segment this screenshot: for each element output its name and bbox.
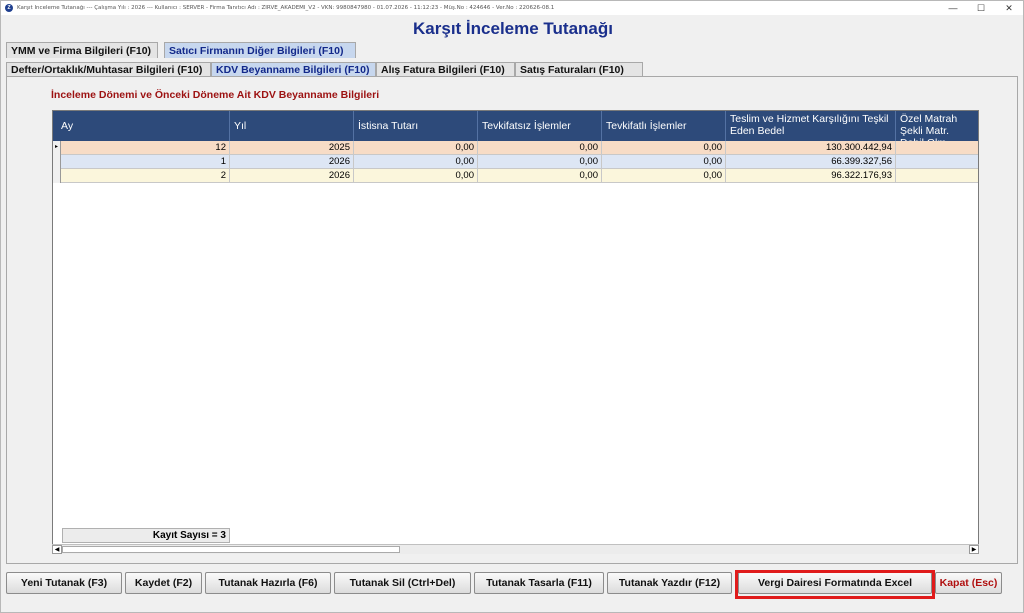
cell-istisna[interactable]: 0,00: [354, 155, 478, 169]
scroll-thumb[interactable]: [62, 546, 400, 553]
tab-row-main: YMM ve Firma Bilgileri (F10) Satıcı Firm…: [6, 42, 356, 58]
row-indicator-icon: ▸: [53, 141, 61, 155]
cell-tevkifatli[interactable]: 0,00: [602, 169, 726, 183]
kdv-grid[interactable]: Ay Yıl İstisna Tutarı Tevkifatsız İşleml…: [52, 110, 979, 554]
close-icon[interactable]: ✕: [995, 1, 1023, 15]
maximize-icon[interactable]: ☐: [967, 1, 995, 15]
row-indicator: [53, 155, 61, 169]
row-indicator: [53, 169, 61, 183]
cell-yil[interactable]: 2026: [230, 155, 354, 169]
cell-tevkifatsiz[interactable]: 0,00: [478, 141, 602, 155]
window-controls: — ☐ ✕: [939, 1, 1023, 15]
column-header-tevkifatsiz[interactable]: Tevkifatsız İşlemler: [478, 111, 602, 141]
table-row[interactable]: 1 2026 0,00 0,00 0,00 66.399.327,56: [53, 155, 978, 169]
main-window: Z Karşıt İnceleme Tutanağı --- Çalışma Y…: [0, 0, 1024, 613]
cell-bedel[interactable]: 66.399.327,56: [726, 155, 896, 169]
design-report-button[interactable]: Tutanak Tasarla (F11): [474, 572, 604, 594]
column-header-istisna[interactable]: İstisna Tutarı: [354, 111, 478, 141]
tab-defter-ortaklik[interactable]: Defter/Ortaklık/Muhtasar Bilgileri (F10): [6, 62, 211, 77]
horizontal-scrollbar[interactable]: ◀ ▶: [52, 544, 979, 554]
grid-header: Ay Yıl İstisna Tutarı Tevkifatsız İşleml…: [53, 111, 978, 141]
scroll-right-icon[interactable]: ▶: [969, 545, 979, 554]
delete-report-button[interactable]: Tutanak Sil (Ctrl+Del): [334, 572, 471, 594]
scroll-left-icon[interactable]: ◀: [52, 545, 62, 554]
cell-yil[interactable]: 2025: [230, 141, 354, 155]
column-header-tevkifatli[interactable]: Tevkifatlı İşlemler: [602, 111, 726, 141]
cell-tevkifatsiz[interactable]: 0,00: [478, 169, 602, 183]
column-header-ozel-matrah[interactable]: Özel Matrah Şekli Matr. Dahil Olm.: [896, 111, 978, 141]
app-icon: Z: [5, 4, 13, 12]
title-bar: Z Karşıt İnceleme Tutanağı --- Çalışma Y…: [1, 1, 1023, 15]
record-count: Kayıt Sayısı = 3: [62, 528, 230, 543]
cell-yil[interactable]: 2026: [230, 169, 354, 183]
cell-ay[interactable]: 2: [61, 169, 230, 183]
cell-istisna[interactable]: 0,00: [354, 141, 478, 155]
cell-istisna[interactable]: 0,00: [354, 169, 478, 183]
save-button[interactable]: Kaydet (F2): [125, 572, 202, 594]
prepare-report-button[interactable]: Tutanak Hazırla (F6): [205, 572, 331, 594]
cell-tevkifatli[interactable]: 0,00: [602, 141, 726, 155]
cell-ay[interactable]: 12: [61, 141, 230, 155]
tab-satici-firma[interactable]: Satıcı Firmanın Diğer Bilgileri (F10): [164, 42, 356, 58]
table-row[interactable]: 2 2026 0,00 0,00 0,00 96.322.176,93: [53, 169, 978, 183]
column-header-bedel[interactable]: Teslim ve Hizmet Karşılığını Teşkil Eden…: [726, 111, 896, 141]
page-title: Karşıt İnceleme Tutanağı: [413, 19, 613, 38]
table-row[interactable]: ▸ 12 2025 0,00 0,00 0,00 130.300.442,94: [53, 141, 978, 155]
column-header-yil[interactable]: Yıl: [230, 111, 354, 141]
cell-ay[interactable]: 1: [61, 155, 230, 169]
cell-ozel-matrah[interactable]: [896, 169, 978, 183]
minimize-icon[interactable]: —: [939, 1, 967, 15]
tab-ymm-firma[interactable]: YMM ve Firma Bilgileri (F10): [6, 42, 158, 58]
title-bar-info: Karşıt İnceleme Tutanağı --- Çalışma Yıl…: [17, 5, 555, 11]
tab-row-sub: Defter/Ortaklık/Muhtasar Bilgileri (F10)…: [6, 62, 643, 77]
close-button[interactable]: Kapat (Esc): [935, 572, 1002, 594]
cell-bedel[interactable]: 130.300.442,94: [726, 141, 896, 155]
cell-ozel-matrah[interactable]: [896, 155, 978, 169]
cell-ozel-matrah[interactable]: [896, 141, 978, 155]
tab-satis-faturalari[interactable]: Satış Faturaları (F10): [515, 62, 643, 77]
new-report-button[interactable]: Yeni Tutanak (F3): [6, 572, 122, 594]
print-report-button[interactable]: Tutanak Yazdır (F12): [607, 572, 732, 594]
section-title: İnceleme Dönemi ve Önceki Döneme Ait KDV…: [51, 89, 380, 101]
tab-kdv-beyanname[interactable]: KDV Beyanname Bilgileri (F10): [211, 62, 376, 77]
highlight-box: [735, 570, 935, 599]
column-header-ay[interactable]: Ay: [53, 111, 230, 141]
cell-bedel[interactable]: 96.322.176,93: [726, 169, 896, 183]
tab-alis-fatura[interactable]: Alış Fatura Bilgileri (F10): [376, 62, 515, 77]
cell-tevkifatli[interactable]: 0,00: [602, 155, 726, 169]
cell-tevkifatsiz[interactable]: 0,00: [478, 155, 602, 169]
